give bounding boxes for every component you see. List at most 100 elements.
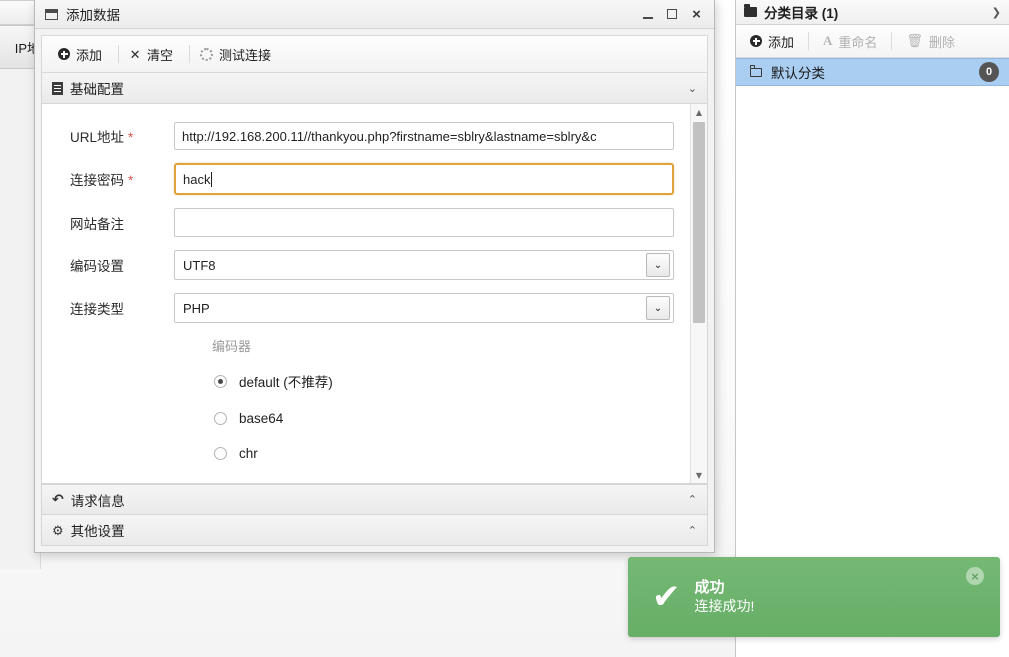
field-label-encoding-text: 编码设置 (70, 259, 124, 274)
add-data-dialog: 添加数据 × 添加 ✕ 清空 测试连接 基础配置 ⌄ URL地址 * http:… (34, 0, 715, 553)
form-vertical-scrollbar[interactable]: ▲ ▼ (690, 104, 707, 483)
plus-circle-icon (750, 35, 762, 47)
toolbar-add-button[interactable]: 添加 (52, 42, 114, 67)
category-panel-toolbar: 添加 A 重命名 🗑 删除 (736, 25, 1009, 58)
field-label-password-text: 连接密码 (70, 173, 124, 188)
spinner-icon (200, 47, 214, 61)
site-remark-input[interactable] (174, 208, 674, 237)
field-label-url: URL地址 * (70, 126, 174, 146)
toast-title: 成功 (694, 578, 725, 596)
section-label-request-info: 请求信息 (70, 493, 125, 509)
category-delete-label: 删除 (928, 34, 955, 50)
required-marker: * (128, 130, 134, 145)
field-row-encoding: 编码设置 UTF8 ⌄ (42, 250, 690, 280)
radio-icon[interactable] (214, 374, 227, 388)
field-label-connection-type-text: 连接类型 (70, 302, 124, 317)
toast-text-block: 成功 连接成功! (695, 579, 967, 616)
field-row-connection-type: 连接类型 PHP ⌄ (42, 293, 690, 323)
category-rename-button[interactable]: A 重命名 (809, 32, 891, 51)
chevron-down-icon: ⌄ (687, 81, 697, 95)
radio-option-chr[interactable]: chr (42, 446, 690, 461)
chevron-right-icon[interactable]: ❯ (992, 6, 1001, 19)
list-item[interactable]: 默认分类 0 (736, 58, 1009, 86)
required-marker: * (128, 173, 134, 188)
text-caret (211, 171, 213, 187)
encoder-group-label: 编码器 (212, 339, 252, 354)
radio-label-chr: chr (239, 446, 258, 461)
category-delete-button[interactable]: 🗑 删除 (892, 32, 969, 51)
url-input-value: http://192.168.200.11//thankyou.php?firs… (182, 128, 597, 144)
screen-root: IP地 添加数据 × 添加 ✕ 清空 测试连接 基础配置 ⌄ URL地址 * h… (0, 0, 1009, 657)
form-scroll-area: URL地址 * http://192.168.200.11//thankyou.p… (42, 104, 690, 483)
field-label-remark: 网站备注 (70, 213, 174, 233)
toolbar-test-connection-label: 测试连接 (219, 47, 272, 63)
scroll-down-arrow-icon[interactable]: ▼ (691, 467, 707, 483)
window-icon (45, 8, 58, 20)
category-rename-label: 重命名 (838, 34, 878, 50)
section-label-other-settings: 其他设置 (70, 524, 125, 539)
toolbar-divider (118, 45, 120, 63)
toolbar-add-label: 添加 (76, 47, 103, 63)
radio-icon[interactable] (214, 412, 227, 425)
minimize-icon[interactable] (641, 7, 656, 22)
check-icon: ✔ (652, 577, 681, 617)
toolbar-divider (189, 45, 191, 63)
url-input[interactable]: http://192.168.200.11//thankyou.php?firs… (174, 122, 674, 150)
field-row-remark: 网站备注 (42, 208, 690, 237)
connection-type-select-value: PHP (183, 300, 210, 316)
window-controls: × (641, 7, 704, 22)
section-header-request-info[interactable]: ↷ 请求信息 ⌃ (41, 484, 708, 515)
refresh-icon: ↷ (52, 491, 64, 508)
folder-outline-icon (749, 64, 762, 77)
radio-icon[interactable] (214, 447, 227, 460)
dialog-toolbar: 添加 ✕ 清空 测试连接 (41, 35, 708, 73)
scrollbar-track[interactable] (691, 120, 707, 467)
chevron-up-icon: ⌃ (687, 493, 697, 506)
section-header-other-settings[interactable]: ⚙ 其他设置 ⌃ (41, 515, 708, 546)
category-panel-title: 分类目录 (1) (764, 6, 839, 21)
close-icon[interactable]: × (966, 567, 984, 585)
dialog-title: 添加数据 (66, 8, 120, 23)
field-label-encoding: 编码设置 (70, 255, 174, 275)
radio-label-base64: base64 (239, 411, 284, 426)
connection-password-value: hack (183, 171, 211, 187)
section-header-basic-config[interactable]: 基础配置 ⌄ (41, 73, 708, 104)
gears-icon: ⚙ (52, 522, 64, 538)
toolbar-clear-button[interactable]: ✕ 清空 (123, 42, 185, 67)
dialog-body: 添加 ✕ 清空 测试连接 基础配置 ⌄ URL地址 * http://192.1… (35, 29, 714, 552)
basic-config-form-region: URL地址 * http://192.168.200.11//thankyou.p… (41, 104, 708, 484)
category-item-count-badge: 0 (979, 62, 999, 82)
toast-message: 连接成功! (694, 598, 755, 615)
chevron-down-icon[interactable]: ⌄ (646, 253, 670, 277)
field-row-url: URL地址 * http://192.168.200.11//thankyou.p… (42, 122, 690, 150)
folder-solid-icon (744, 4, 757, 17)
radio-label-default: default (不推荐) (239, 375, 333, 390)
document-icon (52, 81, 63, 95)
scroll-up-arrow-icon[interactable]: ▲ (691, 104, 707, 120)
dialog-titlebar: 添加数据 × (35, 0, 714, 29)
field-label-remark-text: 网站备注 (70, 216, 124, 232)
category-add-button[interactable]: 添加 (736, 32, 808, 51)
chevron-down-icon[interactable]: ⌄ (646, 296, 670, 320)
radio-option-default[interactable]: default (不推荐) (42, 371, 690, 391)
maximize-icon[interactable] (665, 7, 680, 22)
encoding-select[interactable]: UTF8 ⌄ (174, 250, 674, 280)
category-add-label: 添加 (768, 34, 795, 50)
close-icon[interactable]: × (689, 7, 704, 22)
connection-password-input[interactable]: hack (174, 163, 674, 195)
trash-icon: 🗑 (906, 33, 923, 49)
field-label-url-text: URL地址 (70, 130, 125, 145)
connection-type-select[interactable]: PHP ⌄ (174, 293, 674, 323)
radio-option-base64[interactable]: base64 (42, 411, 690, 426)
category-item-label: 默认分类 (771, 66, 825, 81)
encoding-select-value: UTF8 (183, 257, 216, 273)
x-icon: ✕ (129, 46, 141, 62)
success-toast[interactable]: ✔ 成功 连接成功! × (628, 557, 1000, 637)
toolbar-test-connection-button[interactable]: 测试连接 (194, 42, 283, 67)
section-label-basic-config: 基础配置 (70, 82, 124, 97)
field-label-connection-type: 连接类型 (70, 298, 174, 318)
category-panel-header: 分类目录 (1) ❯ (736, 0, 1009, 25)
category-list: 默认分类 0 (736, 58, 1009, 86)
scrollbar-thumb[interactable] (693, 122, 705, 324)
toolbar-clear-label: 清空 (147, 47, 174, 63)
